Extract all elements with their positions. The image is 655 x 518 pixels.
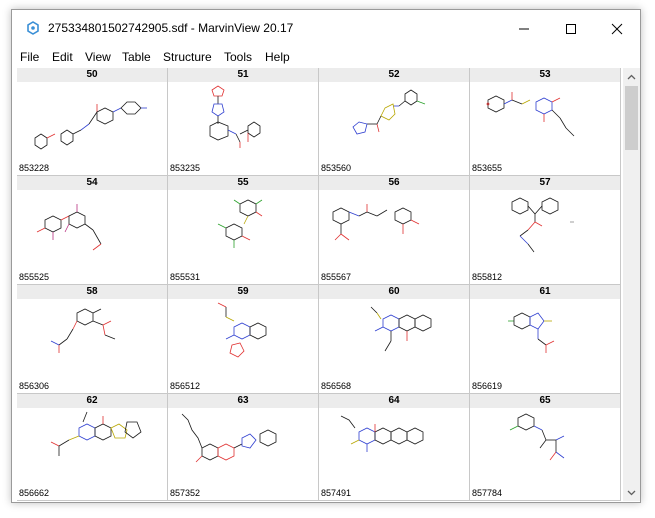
cell-index: 56 — [319, 176, 469, 190]
grid-cell[interactable]: 54 855525 — [17, 176, 168, 285]
molecule-structure — [217, 199, 263, 248]
grid-cell[interactable]: 58 856306 — [17, 285, 168, 394]
cell-id: 857784 — [472, 488, 503, 498]
cell-id: 853228 — [19, 163, 50, 173]
molecule-structure — [36, 204, 102, 251]
scroll-up-button[interactable] — [623, 68, 640, 85]
maximize-button[interactable] — [548, 10, 594, 48]
grid-cell[interactable]: 61 856619 — [470, 285, 621, 394]
menu-table[interactable]: Table — [122, 50, 151, 64]
scroll-up-icon — [627, 74, 636, 79]
molecule-structure — [209, 85, 261, 148]
molecule-structure — [486, 92, 575, 137]
grid-cell[interactable]: 57 855812 — [470, 176, 621, 285]
grid-cell[interactable]: 62 856662 — [17, 394, 168, 501]
molecule-structure — [352, 89, 426, 135]
cell-index: 60 — [319, 285, 469, 299]
molecule-structure — [332, 204, 420, 241]
title-bar[interactable]: 275334801502742905.sdf - MarvinView 20.1… — [12, 10, 640, 48]
cell-index: 53 — [470, 68, 620, 82]
grid-cell[interactable]: 60 856568 — [319, 285, 470, 394]
molecule-structure — [50, 308, 116, 353]
menu-tools[interactable]: Tools — [224, 50, 252, 64]
cell-index: 54 — [17, 176, 167, 190]
grid-cell[interactable]: 65 857784 — [470, 394, 621, 501]
minimize-icon — [519, 28, 529, 30]
cell-id: 857491 — [321, 488, 352, 498]
minimize-button[interactable] — [501, 10, 547, 48]
menu-help[interactable]: Help — [265, 50, 290, 64]
cell-index: 57 — [470, 176, 620, 190]
scroll-down-button[interactable] — [623, 484, 640, 501]
molecule-structure — [509, 413, 565, 461]
grid-cell[interactable]: 53 853655 — [470, 68, 621, 176]
close-button[interactable] — [594, 10, 640, 48]
grid-cell[interactable]: 56 855567 — [319, 176, 470, 285]
cell-id: 856662 — [19, 488, 50, 498]
molecule-structure — [511, 197, 574, 253]
cell-index: 65 — [470, 394, 620, 408]
molecule-structure — [217, 302, 267, 358]
cell-index: 55 — [168, 176, 318, 190]
app-icon — [27, 21, 39, 35]
close-icon — [611, 23, 623, 35]
molecule-structure — [34, 101, 147, 150]
cell-id: 855812 — [472, 272, 503, 282]
cell-id: 853560 — [321, 163, 352, 173]
molecule-structure — [340, 415, 424, 452]
cell-id: 855525 — [19, 272, 50, 282]
menu-view[interactable]: View — [85, 50, 111, 64]
menu-bar: File Edit View Table Structure Tools Hel… — [12, 48, 640, 68]
cell-index: 51 — [168, 68, 318, 82]
cell-id: 856619 — [472, 381, 503, 391]
cell-index: 58 — [17, 285, 167, 299]
cell-id: 853655 — [472, 163, 503, 173]
grid-cell[interactable]: 63 857352 — [168, 394, 319, 501]
grid-cell[interactable]: 52 853560 — [319, 68, 470, 176]
grid-cell[interactable]: 55 855531 — [168, 176, 319, 285]
cell-index: 62 — [17, 394, 167, 408]
vertical-scrollbar[interactable] — [623, 68, 640, 501]
menu-structure[interactable]: Structure — [163, 50, 212, 64]
menu-file[interactable]: File — [20, 50, 39, 64]
maximize-icon — [566, 24, 576, 34]
molecule-structure — [370, 306, 432, 352]
window-title: 275334801502742905.sdf - MarvinView 20.1… — [48, 21, 294, 35]
molecule-structure — [181, 413, 277, 463]
cell-index: 50 — [17, 68, 167, 82]
cell-id: 853235 — [170, 163, 201, 173]
grid-cell[interactable]: 51 853235 — [168, 68, 319, 176]
scroll-down-icon — [627, 490, 636, 495]
grid-cell[interactable]: 64 857491 — [319, 394, 470, 501]
scroll-thumb[interactable] — [625, 86, 638, 150]
cell-index: 52 — [319, 68, 469, 82]
cell-id: 856568 — [321, 381, 352, 391]
grid-cell[interactable]: 50 853228 — [17, 68, 168, 176]
cell-index: 61 — [470, 285, 620, 299]
cell-id: 855567 — [321, 272, 352, 282]
cell-index: 64 — [319, 394, 469, 408]
grid-cell[interactable]: 59 856512 — [168, 285, 319, 394]
cell-id: 856306 — [19, 381, 50, 391]
molecule-structure — [50, 411, 142, 456]
cell-id: 856512 — [170, 381, 201, 391]
cell-index: 59 — [168, 285, 318, 299]
cell-id: 855531 — [170, 272, 201, 282]
molecule-grid[interactable]: 50 853228 51 853235 52 853560 53 853655 … — [17, 68, 623, 501]
cell-index: 63 — [168, 394, 318, 408]
menu-edit[interactable]: Edit — [52, 50, 73, 64]
app-window: 275334801502742905.sdf - MarvinView 20.1… — [11, 9, 641, 503]
cell-id: 857352 — [170, 488, 201, 498]
molecule-structure — [508, 312, 555, 353]
